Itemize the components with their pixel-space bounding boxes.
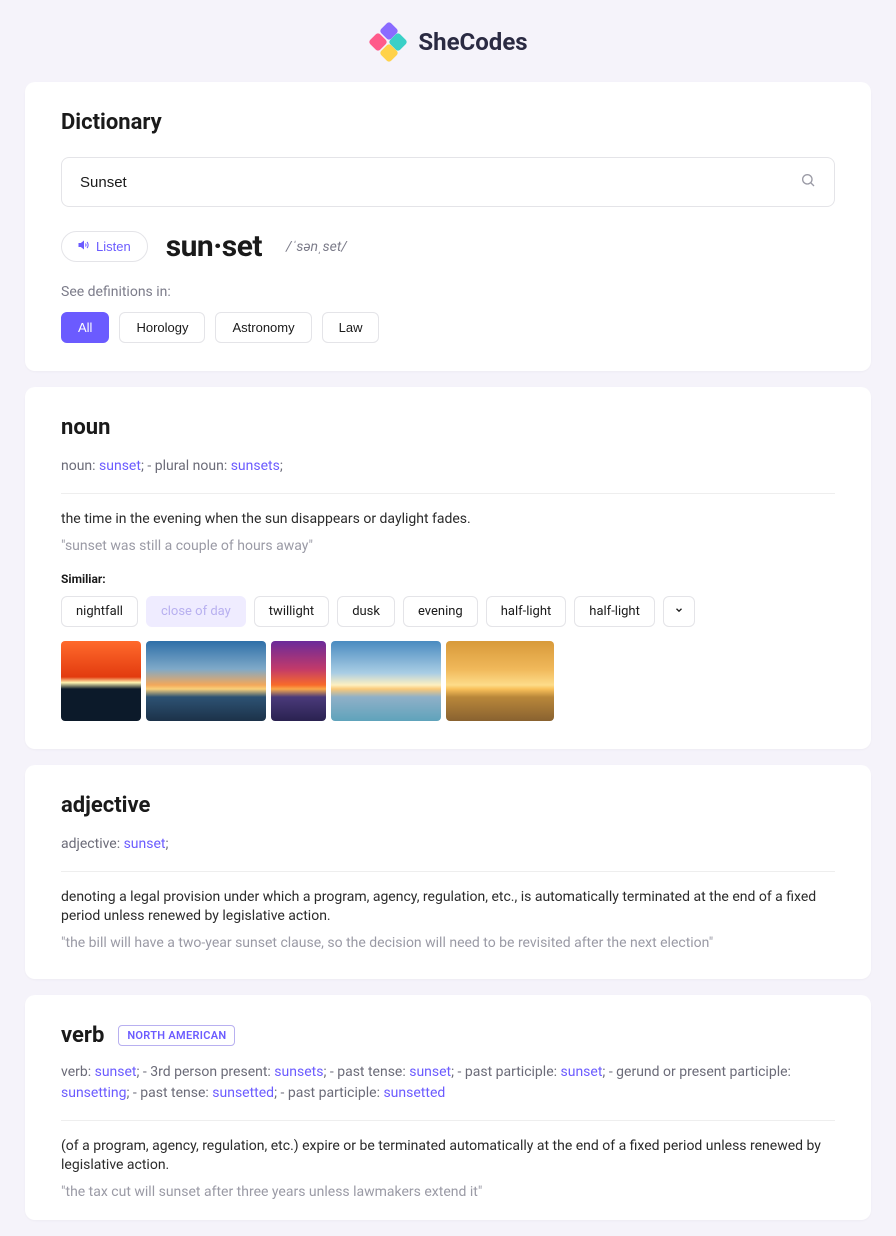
similar-row: nightfall close of day twillight dusk evenin… bbox=[61, 596, 835, 627]
search-input[interactable] bbox=[80, 174, 800, 191]
sunset-thumbnail[interactable] bbox=[271, 641, 326, 721]
similar-chip[interactable]: close of day bbox=[146, 596, 246, 627]
pos-title-verb: verb bbox=[61, 1023, 104, 1048]
sunset-thumbnail[interactable] bbox=[446, 641, 554, 721]
adjective-card: adjective adjective: sunset; denoting a … bbox=[25, 765, 871, 979]
pos-title-noun: noun bbox=[61, 415, 835, 440]
sunset-thumbnail[interactable] bbox=[146, 641, 266, 721]
noun-forms: noun: sunset; - plural noun: sunsets; bbox=[61, 456, 835, 494]
adjective-forms: adjective: sunset; bbox=[61, 834, 835, 872]
noun-card: noun noun: sunset; - plural noun: sunset… bbox=[25, 387, 871, 749]
audio-icon bbox=[78, 239, 90, 254]
category-chip-all[interactable]: All bbox=[61, 312, 109, 343]
category-chip-law[interactable]: Law bbox=[322, 312, 380, 343]
phonetic: /ˈsənˌset/ bbox=[286, 238, 347, 255]
verb-header: verb NORTH AMERICAN bbox=[61, 1023, 835, 1048]
word-display: sun·set bbox=[166, 229, 262, 264]
category-chip-horology[interactable]: Horology bbox=[119, 312, 205, 343]
noun-definition: the time in the evening when the sun dis… bbox=[61, 510, 835, 530]
similar-chip[interactable]: half-light bbox=[574, 596, 655, 627]
word-header-row: Listen sun·set /ˈsənˌset/ bbox=[61, 229, 835, 264]
category-chip-astronomy[interactable]: Astronomy bbox=[215, 312, 311, 343]
page-title: Dictionary bbox=[61, 110, 835, 135]
adjective-definition: denoting a legal provision under which a… bbox=[61, 888, 835, 927]
verb-example: "the tax cut will sunset after three yea… bbox=[61, 1184, 835, 1200]
category-chip-row: All Horology Astronomy Law bbox=[61, 312, 835, 343]
pos-title-adjective: adjective bbox=[61, 793, 835, 818]
search-icon[interactable] bbox=[800, 172, 816, 192]
verb-card: verb NORTH AMERICAN verb: sunset; - 3rd … bbox=[25, 995, 871, 1220]
similar-chip[interactable]: nightfall bbox=[61, 596, 138, 627]
similar-chip[interactable]: dusk bbox=[337, 596, 395, 627]
similar-chip[interactable]: evening bbox=[403, 596, 478, 627]
see-definitions-label: See definitions in: bbox=[61, 284, 835, 300]
similar-chip[interactable]: half-light bbox=[486, 596, 567, 627]
similar-chip[interactable]: twillight bbox=[254, 596, 329, 627]
listen-label: Listen bbox=[96, 239, 131, 254]
verb-definition: (of a program, agency, regulation, etc.)… bbox=[61, 1137, 835, 1176]
verb-forms: verb: sunset; - 3rd person present: suns… bbox=[61, 1062, 835, 1121]
search-card: Dictionary Listen sun·set /ˈsənˌset/ See… bbox=[25, 82, 871, 371]
similar-label: Similiar: bbox=[61, 572, 835, 586]
noun-example: "sunset was still a couple of hours away… bbox=[61, 538, 835, 554]
brand-header: SheCodes bbox=[0, 0, 896, 82]
chevron-down-icon bbox=[674, 605, 684, 615]
adjective-example: "the bill will have a two-year sunset cl… bbox=[61, 935, 835, 951]
expand-similar-button[interactable] bbox=[663, 596, 695, 627]
sunset-thumbnail[interactable] bbox=[331, 641, 441, 721]
region-badge: NORTH AMERICAN bbox=[118, 1025, 235, 1046]
search-box[interactable] bbox=[61, 157, 835, 207]
brand-name: SheCodes bbox=[418, 28, 527, 56]
listen-button[interactable]: Listen bbox=[61, 231, 148, 262]
brand-logo-icon bbox=[368, 22, 408, 62]
image-thumbnails-row bbox=[61, 641, 835, 721]
sunset-thumbnail[interactable] bbox=[61, 641, 141, 721]
